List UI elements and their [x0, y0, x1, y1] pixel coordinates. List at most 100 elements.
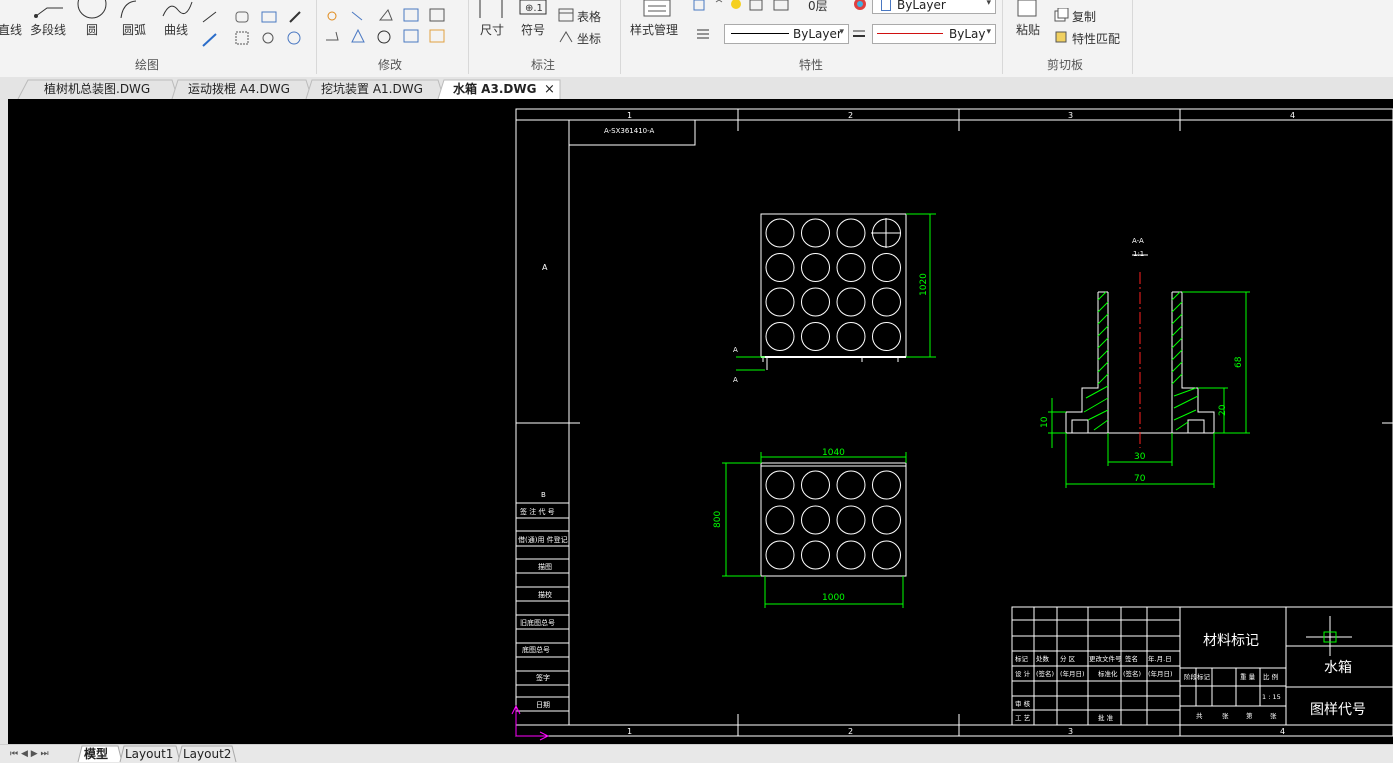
- side-table-row: 描图: [538, 562, 552, 571]
- tube-opening: [836, 287, 866, 317]
- tab-nav-arrows[interactable]: ⏮ ◀ ▶ ⏭: [10, 746, 49, 762]
- dim-20: 20: [1218, 404, 1228, 416]
- zone-label-2-bottom: 2: [848, 727, 853, 736]
- tube-opening: [836, 470, 866, 500]
- svg-text:设 计: 设 计: [1015, 669, 1031, 678]
- tube-opening: [872, 505, 901, 535]
- zone-label-2: 2: [848, 111, 853, 120]
- tube-opening: [872, 322, 901, 351]
- inner-frame: [568, 119, 1393, 726]
- section-tag-a-1: A: [733, 346, 738, 354]
- side-table-row: 底图总号: [522, 645, 550, 654]
- section-title: A-A: [1132, 237, 1144, 245]
- section-hatch: [1083, 291, 1199, 431]
- tank-front-view: [760, 462, 907, 577]
- tube-opening: [801, 287, 830, 317]
- material-mark-label: 材料标记: [1203, 633, 1259, 649]
- drawing-code: A-SX361410-A: [604, 127, 654, 135]
- section-tag-a-2: A: [733, 376, 738, 384]
- svg-text:比 例: 比 例: [1263, 672, 1278, 681]
- tube-opening: [836, 253, 866, 282]
- tube-opening: [801, 470, 830, 500]
- section-scale: 1:1: [1133, 250, 1144, 258]
- zone-label-1: 1: [627, 111, 632, 120]
- tube-opening: [836, 218, 866, 248]
- svg-text:标记: 标记: [1015, 654, 1029, 663]
- tube-opening: [801, 540, 830, 570]
- svg-text:(签名): (签名): [1036, 669, 1054, 678]
- svg-text:分 区: 分 区: [1060, 654, 1076, 663]
- drawing-number-label: 图样代号: [1310, 702, 1366, 718]
- tank-top-view: [760, 213, 907, 358]
- tube-opening: [836, 505, 866, 535]
- tube-opening: [872, 287, 901, 317]
- dim-30: 30: [1134, 452, 1146, 462]
- side-table-row: 签 注 代 号: [520, 507, 555, 516]
- zone-label-1-bottom: 1: [627, 727, 632, 736]
- side-table-b: B: [541, 491, 546, 499]
- tube-opening: [836, 540, 866, 570]
- tube-opening: [872, 540, 901, 570]
- dimension-lines: [722, 213, 1250, 608]
- tube-opening: [801, 253, 830, 282]
- dim-1000: 1000: [822, 593, 845, 603]
- tab-model[interactable]: 模型: [84, 746, 108, 762]
- tube-opening: [765, 218, 795, 248]
- tube-opening: [801, 505, 830, 535]
- svg-text:签名: 签名: [1125, 654, 1138, 663]
- zone-label-a: A: [542, 263, 548, 272]
- drawing-name: 水箱: [1324, 660, 1352, 676]
- tube-opening: [765, 505, 795, 535]
- tube-opening: [765, 287, 795, 317]
- dim-68: 68: [1234, 356, 1244, 368]
- tube-opening: [765, 322, 795, 351]
- svg-text:(年月日): (年月日): [1060, 669, 1085, 678]
- svg-text:(年月日): (年月日): [1148, 669, 1173, 678]
- svg-text:批 准: 批 准: [1098, 713, 1114, 722]
- side-table-row: 描校: [538, 590, 552, 599]
- svg-text:张: 张: [1222, 711, 1229, 720]
- side-table-row: 旧底图总号: [520, 618, 555, 627]
- tube-opening: [765, 540, 795, 570]
- tube-opening: [765, 470, 795, 500]
- tube-openings-top: [765, 218, 901, 351]
- svg-text:处数: 处数: [1036, 654, 1050, 663]
- svg-text:张: 张: [1270, 711, 1277, 720]
- cad-drawing[interactable]: 1 2 3 4 1 2 3 4 A A-SX361410-A A-A 1:1 A…: [0, 0, 1393, 762]
- svg-text:重 量: 重 量: [1240, 673, 1256, 681]
- layout-tabbar: ⏮ ◀ ▶ ⏭ 模型 Layout1 Layout2: [0, 744, 1393, 763]
- dim-70: 70: [1134, 474, 1146, 484]
- svg-text:年.月.日: 年.月.日: [1148, 654, 1172, 663]
- tube-opening: [872, 470, 901, 500]
- svg-text:共: 共: [1196, 711, 1203, 720]
- svg-text:工 艺: 工 艺: [1015, 714, 1031, 722]
- svg-text:(签名): (签名): [1123, 669, 1141, 678]
- tube-opening: [801, 322, 830, 351]
- tube-openings-bottom: [765, 470, 901, 570]
- tube-opening: [765, 253, 795, 282]
- tab-layout2[interactable]: Layout2: [183, 746, 231, 762]
- outer-frame: [515, 108, 1393, 737]
- zone-label-3-bottom: 3: [1068, 727, 1073, 736]
- dim-1040: 1040: [822, 448, 845, 458]
- svg-text:标准化: 标准化: [1098, 669, 1118, 678]
- title-block-text: 标记 处数 分 区 更改文件号 签名 年.月.日 设 计 (签名) (年月日) …: [1015, 654, 1281, 722]
- svg-text:阶段标记: 阶段标记: [1184, 672, 1211, 681]
- svg-text:审 核: 审 核: [1015, 699, 1031, 708]
- tab-layout1[interactable]: Layout1: [125, 746, 173, 762]
- side-table-row: 日期: [536, 701, 550, 709]
- side-table-row: 签字: [536, 673, 550, 682]
- dim-800: 800: [713, 511, 723, 528]
- svg-text:更改文件号: 更改文件号: [1089, 654, 1122, 663]
- zone-label-3: 3: [1068, 111, 1073, 120]
- dim-10: 10: [1040, 416, 1050, 428]
- zone-label-4-bottom: 4: [1280, 727, 1285, 736]
- svg-text:第: 第: [1246, 711, 1253, 720]
- svg-text:1 : 15: 1 : 15: [1262, 693, 1281, 701]
- zone-label-4: 4: [1290, 111, 1295, 120]
- dim-1020: 1020: [919, 273, 929, 296]
- tube-opening: [801, 218, 830, 248]
- tube-opening: [872, 253, 901, 282]
- tube-opening: [836, 322, 866, 351]
- side-table-row: 借(通)用 件登记: [518, 535, 568, 544]
